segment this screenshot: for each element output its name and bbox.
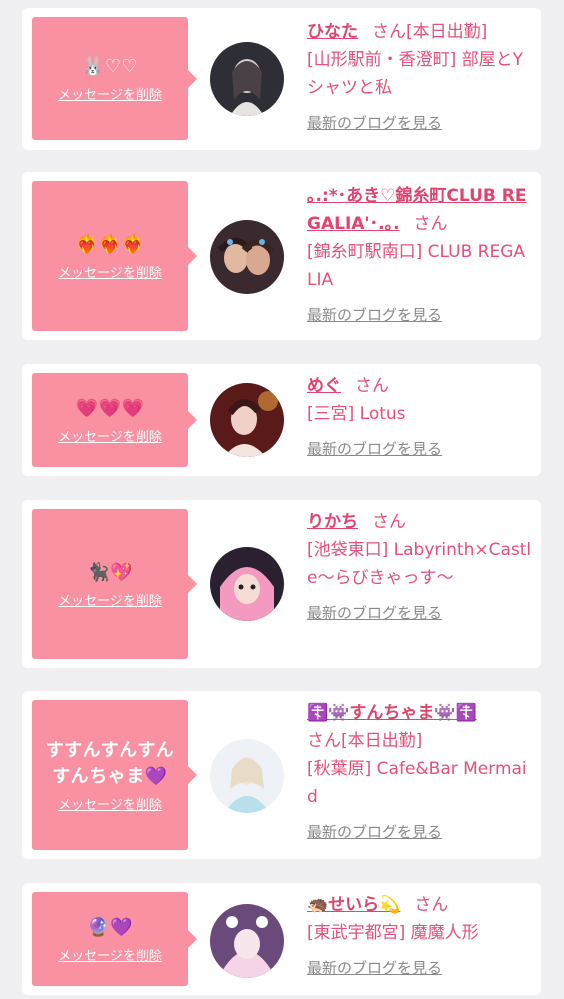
- shop-area: [山形駅前・香澄町]: [307, 50, 457, 70]
- sender-name-link[interactable]: めぐ: [307, 376, 341, 396]
- latest-blog-link[interactable]: 最新のブログを見る: [307, 957, 532, 978]
- avatar[interactable]: [210, 220, 284, 294]
- message-card: 💗💗💗 メッセージを削除 めぐ さん [三宮] Lotus 最新のブログを見る: [22, 364, 541, 476]
- sender-info: ｡.:*･あき♡錦糸町CLUB REGALIA'･.｡. さん [錦糸町駅南口] …: [307, 182, 532, 325]
- message-card: 🐈‍⬛💖 メッセージを削除 りかち さん [池袋東口] Labyrinth×Cas…: [22, 500, 541, 668]
- work-status: [本日出勤]: [341, 731, 423, 751]
- honorific: さん: [372, 22, 406, 42]
- message-card: 🐰♡♡ メッセージを削除 ひなた さん[本日出勤] [山形駅前・香澄町] 部屋とY…: [22, 8, 541, 150]
- latest-blog-link[interactable]: 最新のブログを見る: [307, 438, 532, 459]
- message-bubble: 🐰♡♡ メッセージを削除: [32, 17, 197, 140]
- message-bubble: 🐈‍⬛💖 メッセージを削除: [32, 509, 197, 659]
- latest-blog-link[interactable]: 最新のブログを見る: [307, 821, 532, 842]
- message-text: 🐈‍⬛💖: [87, 561, 133, 583]
- message-bubble: 🔮💜 メッセージを削除: [32, 892, 197, 986]
- sender-info: ひなた さん[本日出勤] [山形駅前・香澄町] 部屋とYシャツと私 最新のブログを…: [307, 18, 532, 133]
- message-text: 💗💗💗: [75, 397, 145, 419]
- message-card: 🔮💜 メッセージを削除 🦔せいら💫 さん [東武宇都宮] 魔魔人形 最新のブログを…: [22, 883, 541, 995]
- sender-name-link[interactable]: ☦️👾すんちゃま👾☦️: [307, 703, 477, 723]
- avatar[interactable]: [210, 383, 284, 457]
- avatar[interactable]: [210, 547, 284, 621]
- message-card: すすんすんすんすんちゃま💜 メッセージを削除 ☦️👾すんちゃま👾☦️ さん[本日出…: [22, 691, 541, 859]
- message-bubble: すすんすんすんすんちゃま💜 メッセージを削除: [32, 700, 197, 850]
- delete-message-link[interactable]: メッセージを削除: [58, 426, 162, 445]
- honorific: さん: [355, 376, 389, 396]
- message-bubble: 💗💗💗 メッセージを削除: [32, 373, 197, 467]
- shop-name: Lotus: [359, 404, 406, 424]
- shop-area: [池袋東口]: [307, 540, 389, 560]
- honorific: さん: [413, 214, 448, 234]
- latest-blog-link[interactable]: 最新のブログを見る: [307, 112, 532, 133]
- message-card: ❤️‍🔥❤️‍🔥❤️‍🔥 メッセージを削除 ｡.:*･あき♡錦糸町CLUB RE…: [22, 172, 541, 340]
- message-text: 🐰♡♡: [81, 56, 139, 77]
- message-bubble: ❤️‍🔥❤️‍🔥❤️‍🔥 メッセージを削除: [32, 181, 197, 331]
- message-text: ❤️‍🔥❤️‍🔥❤️‍🔥: [75, 233, 145, 255]
- honorific: さん: [372, 512, 406, 532]
- honorific: さん: [307, 731, 341, 751]
- shop-name: 魔魔人形: [410, 923, 479, 943]
- sender-info: ☦️👾すんちゃま👾☦️ さん[本日出勤] [秋葉原] Cafe&Bar Merma…: [307, 699, 532, 842]
- message-text: 🔮💜: [87, 916, 133, 938]
- latest-blog-link[interactable]: 最新のブログを見る: [307, 304, 532, 325]
- sender-info: りかち さん [池袋東口] Labyrinth×Castle〜らびきゃっす〜 最新…: [307, 508, 532, 623]
- delete-message-link[interactable]: メッセージを削除: [58, 262, 162, 281]
- avatar[interactable]: [210, 739, 284, 813]
- delete-message-link[interactable]: メッセージを削除: [58, 84, 162, 103]
- sender-name-link[interactable]: ひなた: [307, 22, 358, 42]
- message-list: 🐰♡♡ メッセージを削除 ひなた さん[本日出勤] [山形駅前・香澄町] 部屋とY…: [0, 0, 564, 999]
- shop-area: [東武宇都宮]: [307, 923, 406, 943]
- shop-area: [秋葉原]: [307, 759, 372, 779]
- avatar[interactable]: [210, 904, 284, 978]
- work-status: [本日出勤]: [406, 22, 488, 42]
- delete-message-link[interactable]: メッセージを削除: [58, 945, 162, 964]
- latest-blog-link[interactable]: 最新のブログを見る: [307, 602, 532, 623]
- sender-name-link[interactable]: 🦔せいら💫: [307, 895, 400, 915]
- avatar[interactable]: [210, 42, 284, 116]
- sender-info: 🦔せいら💫 さん [東武宇都宮] 魔魔人形 最新のブログを見る: [307, 891, 532, 978]
- sender-info: めぐ さん [三宮] Lotus 最新のブログを見る: [307, 372, 532, 459]
- delete-message-link[interactable]: メッセージを削除: [58, 590, 162, 609]
- honorific: さん: [414, 895, 449, 915]
- shop-area: [三宮]: [307, 404, 355, 424]
- sender-name-link[interactable]: りかち: [307, 512, 358, 532]
- message-text: すすんすんすんすんちゃま💜: [45, 739, 175, 787]
- delete-message-link[interactable]: メッセージを削除: [58, 794, 162, 813]
- shop-area: [錦糸町駅南口]: [307, 242, 423, 262]
